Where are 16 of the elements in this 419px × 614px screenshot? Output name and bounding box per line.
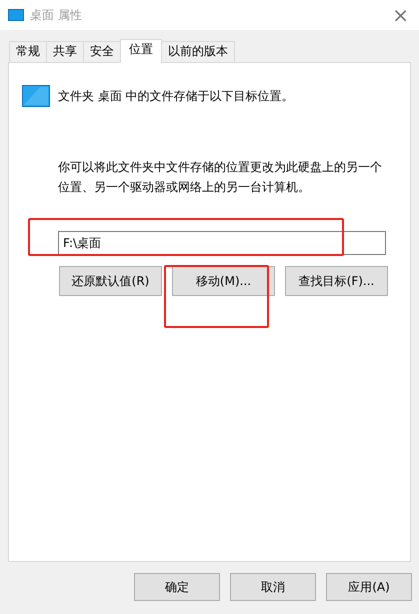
dialog-button[interactable]: 确定 bbox=[134, 573, 220, 601]
tab[interactable]: 常规 bbox=[9, 41, 47, 62]
description-text: 你可以将此文件夹中文件存储的位置更改为此硬盘上的另一个位置、另一个驱动器或网络上的另一台计算机。 bbox=[58, 159, 383, 196]
dialog-button[interactable]: 应用(A) bbox=[326, 573, 412, 601]
dialog-button[interactable]: 移动(M)... bbox=[172, 266, 275, 296]
tab[interactable]: 位置 bbox=[120, 39, 162, 63]
window-title: 桌面 属性 bbox=[30, 7, 83, 24]
location-heading: 文件夹 桌面 中的文件存储于以下目标位置。 bbox=[58, 88, 294, 105]
dialog-button[interactable]: 取消 bbox=[230, 573, 316, 601]
dialog-button[interactable]: 查找目标(F)... bbox=[285, 266, 388, 296]
folder-icon bbox=[22, 85, 50, 107]
close-button[interactable]: × bbox=[392, 5, 409, 25]
dialog-button[interactable]: 还原默认值(R) bbox=[59, 266, 162, 296]
path-field[interactable]: F:\桌面 bbox=[58, 231, 386, 255]
folder-icon bbox=[8, 9, 24, 21]
tab[interactable]: 以前的版本 bbox=[161, 41, 235, 62]
